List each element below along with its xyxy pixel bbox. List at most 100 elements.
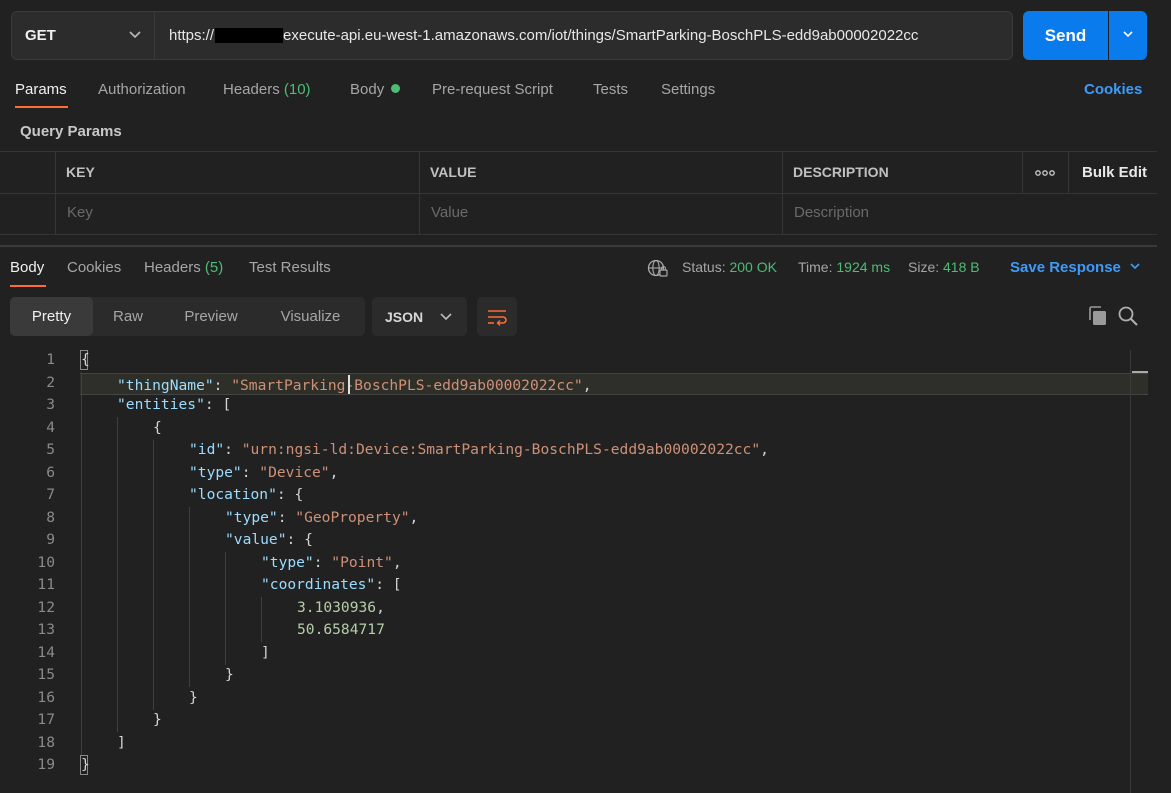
line-number: 14: [37, 644, 55, 661]
tab-pre-request-script[interactable]: Pre-request Script: [432, 81, 553, 98]
code-line: 3.1030936,: [297, 599, 385, 616]
code-line: {: [81, 351, 90, 368]
word-wrap-icon[interactable]: [477, 297, 517, 336]
code-line: }: [225, 666, 234, 683]
chevron-down-icon: [1121, 27, 1135, 45]
view-preview-button[interactable]: Preview: [163, 297, 259, 336]
status-label: Status:: [682, 259, 726, 275]
line-number: 9: [46, 531, 55, 548]
code-line: "coordinates": [: [261, 576, 402, 593]
line-number: 19: [37, 756, 55, 773]
save-response-button[interactable]: Save Response: [1010, 259, 1141, 276]
send-options-button[interactable]: [1109, 11, 1147, 60]
tab-tests[interactable]: Tests: [593, 81, 628, 98]
cookies-link[interactable]: Cookies: [1084, 81, 1142, 98]
response-tab-test-results[interactable]: Test Results: [249, 259, 331, 276]
value-input[interactable]: Value: [431, 204, 468, 221]
indent-guide: [81, 372, 82, 755]
format-label: JSON: [385, 308, 424, 325]
view-raw-button[interactable]: Raw: [93, 297, 163, 336]
response-time: Time: 1924 ms: [798, 259, 890, 275]
response-tab-headers[interactable]: Headers (5): [144, 259, 223, 276]
line-number: 11: [37, 576, 55, 593]
code-line: "id": "urn:ngsi-ld:Device:SmartParking-B…: [189, 441, 769, 458]
chevron-down-icon: [1129, 259, 1141, 276]
url-prefix: https://: [169, 27, 215, 44]
line-number: 18: [37, 734, 55, 751]
method-select[interactable]: GET: [11, 11, 154, 60]
redaction-bar: [215, 28, 284, 43]
indent-guide: [153, 440, 154, 710]
scrollbar-marker: [1132, 371, 1148, 373]
table-border: [0, 234, 1157, 235]
code-line: "value": {: [225, 531, 313, 548]
active-tab-indicator: [15, 106, 68, 108]
tab-label: Body: [350, 81, 385, 98]
line-number: 8: [46, 509, 55, 526]
more-options-icon[interactable]: [1034, 163, 1056, 183]
code-line: }: [153, 711, 162, 728]
line-number: 3: [46, 396, 55, 413]
bulk-edit-button[interactable]: Bulk Edit: [1082, 164, 1147, 181]
table-border: [0, 151, 1157, 152]
search-icon[interactable]: [1117, 305, 1139, 327]
size-value: 418 B: [943, 259, 980, 275]
copy-icon[interactable]: [1087, 305, 1109, 327]
send-button[interactable]: Send: [1023, 11, 1108, 60]
line-number: 16: [37, 689, 55, 706]
code-line: "entities": [: [117, 396, 232, 413]
active-tab-indicator: [10, 285, 46, 287]
save-response-label: Save Response: [1010, 259, 1121, 276]
code-line: "thingName": "SmartParking-BoschPLS-edd9…: [117, 375, 592, 394]
description-input[interactable]: Description: [794, 204, 869, 221]
code-line: {: [153, 419, 162, 436]
tab-settings[interactable]: Settings: [661, 81, 715, 98]
response-status: Status: 200 OK: [682, 259, 777, 275]
column-header-key: KEY: [66, 164, 95, 180]
line-number: 6: [46, 464, 55, 481]
tab-label: Headers: [144, 259, 201, 276]
code-line: 50.6584717: [297, 621, 385, 638]
format-select[interactable]: JSON: [372, 297, 467, 336]
column-header-description: DESCRIPTION: [793, 164, 889, 180]
status-value: 200 OK: [729, 259, 777, 275]
tab-params[interactable]: Params: [15, 81, 67, 98]
editor-scrollbar-track[interactable]: [1130, 350, 1131, 793]
table-border: [1022, 151, 1023, 193]
text-cursor: [348, 375, 351, 394]
response-size: Size: 418 B: [908, 259, 980, 275]
table-border: [782, 151, 783, 235]
code-line: }: [189, 689, 198, 706]
response-tab-cookies[interactable]: Cookies: [67, 259, 121, 276]
line-number: 2: [46, 374, 55, 391]
response-tab-body[interactable]: Body: [10, 259, 44, 276]
key-input[interactable]: Key: [67, 204, 93, 221]
indent-guide: [189, 507, 190, 687]
tab-body[interactable]: Body: [350, 81, 401, 98]
line-number: 1: [46, 351, 55, 368]
tab-authorization[interactable]: Authorization: [98, 81, 186, 98]
tab-label: Headers: [223, 81, 280, 98]
globe-lock-icon[interactable]: [647, 258, 669, 278]
indent-guide: [261, 597, 262, 642]
url-rest: execute-api.eu-west-1.amazonaws.com/iot/…: [283, 27, 919, 44]
view-pretty-button[interactable]: Pretty: [10, 297, 93, 336]
code-line: "type": "Point",: [261, 554, 402, 571]
time-value: 1924 ms: [836, 259, 891, 275]
url-input[interactable]: https:// execute-api.eu-west-1.amazonaws.…: [154, 11, 1013, 60]
code-line: "type": "GeoProperty",: [225, 509, 419, 526]
code-line: ]: [117, 734, 126, 751]
column-header-value: VALUE: [430, 164, 477, 180]
table-border: [55, 151, 56, 235]
size-label: Size:: [908, 259, 940, 275]
tab-headers[interactable]: Headers (10): [223, 81, 311, 98]
chevron-down-icon: [128, 27, 142, 45]
code-line: "location": {: [189, 486, 304, 503]
line-number: 5: [46, 441, 55, 458]
pane-divider[interactable]: [0, 245, 1157, 247]
line-number: 4: [46, 419, 55, 436]
line-number: 12: [37, 599, 55, 616]
view-visualize-button[interactable]: Visualize: [259, 297, 362, 336]
code-line: ]: [261, 644, 270, 661]
indent-guide: [117, 417, 118, 732]
